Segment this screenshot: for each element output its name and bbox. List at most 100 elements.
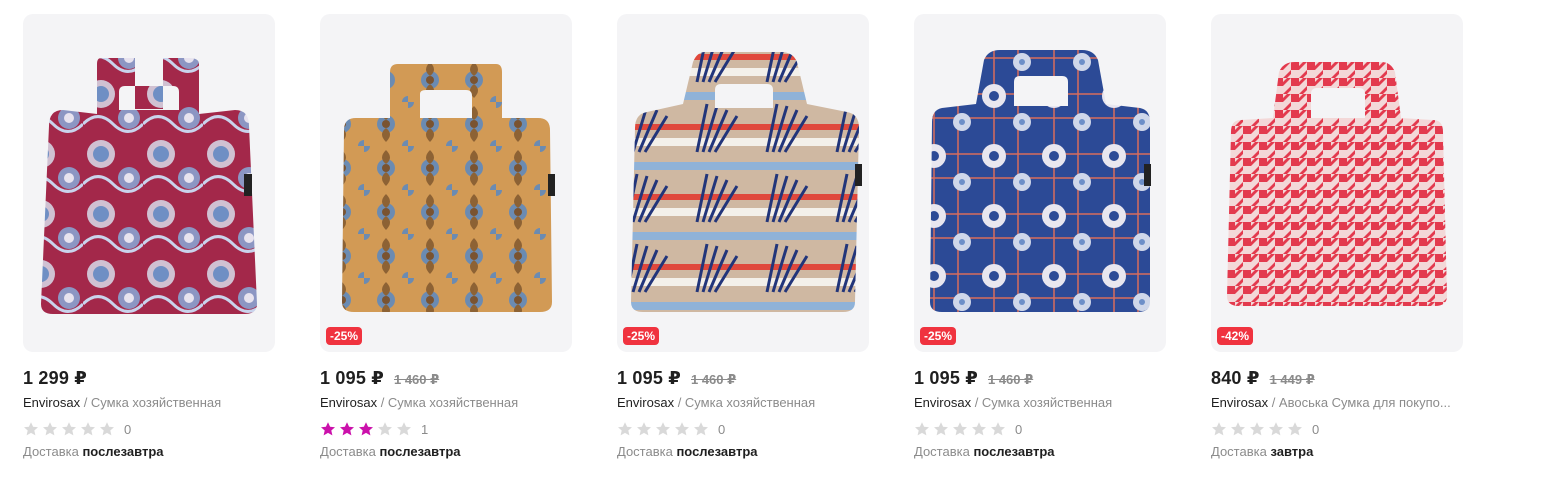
product-image[interactable]: -25% — [320, 14, 572, 352]
product-grid: 1 299 ₽ Envirosax / Сумка хозяйственная … — [23, 14, 1463, 459]
star-empty-icon — [377, 421, 393, 437]
star-empty-icon — [42, 421, 58, 437]
star-empty-icon — [99, 421, 115, 437]
product-image[interactable] — [23, 14, 275, 352]
bag-red-peacock-image — [41, 58, 257, 314]
star-empty-icon — [23, 421, 39, 437]
title-separator: / — [377, 395, 388, 410]
delivery-label: Доставка — [1211, 444, 1267, 459]
delivery-day: завтра — [1270, 444, 1314, 459]
star-empty-icon — [1249, 421, 1265, 437]
bag-orange-damask-image — [342, 64, 555, 312]
price: 1 299 ₽ — [23, 368, 87, 388]
delivery-label: Доставка — [914, 444, 970, 459]
title-separator: / — [971, 395, 982, 410]
old-price: 1 449 ₽ — [1269, 372, 1315, 387]
delivery-day: послезавтра — [676, 444, 758, 459]
product-card[interactable]: 1 299 ₽ Envirosax / Сумка хозяйственная … — [23, 14, 275, 459]
star-empty-icon — [636, 421, 652, 437]
product-image[interactable]: -25% — [914, 14, 1166, 352]
product-card[interactable]: -25% 1 095 ₽ 1 460 ₽ Envirosax / Сумка х… — [320, 14, 572, 459]
review-count: 1 — [421, 421, 429, 437]
delivery-label: Доставка — [320, 444, 376, 459]
delivery-label: Доставка — [23, 444, 79, 459]
price-row: 1 095 ₽ 1 460 ₽ — [617, 368, 869, 390]
star-empty-icon — [617, 421, 633, 437]
discount-badge: -25% — [623, 327, 660, 345]
brand-name: Envirosax — [1211, 395, 1269, 410]
product-name: Сумка хозяйственная — [90, 395, 222, 410]
star-empty-icon — [990, 421, 1006, 437]
star-empty-icon — [674, 421, 690, 437]
price-row: 840 ₽ 1 449 ₽ — [1211, 368, 1463, 390]
star-empty-icon — [693, 421, 709, 437]
star-empty-icon — [914, 421, 930, 437]
star-empty-icon — [952, 421, 968, 437]
delivery-info: Доставка завтра — [1211, 444, 1463, 459]
delivery-info: Доставка послезавтра — [23, 444, 275, 459]
review-count: 0 — [1015, 421, 1023, 437]
price-row: 1 095 ₽ 1 460 ₽ — [320, 368, 572, 390]
star-empty-icon — [1211, 421, 1227, 437]
rating: 0 — [914, 420, 1166, 438]
rating: 0 — [617, 420, 869, 438]
title-separator: / — [80, 395, 91, 410]
star-empty-icon — [933, 421, 949, 437]
brand-name: Envirosax — [320, 395, 378, 410]
brand-name: Envirosax — [914, 395, 972, 410]
product-card[interactable]: -25% 1 095 ₽ 1 460 ₽ Envirosax / Сумка х… — [914, 14, 1166, 459]
product-title[interactable]: Envirosax / Авоська Сумка для покупо... — [1211, 394, 1463, 412]
product-name: Авоська Сумка для покупо... — [1278, 395, 1451, 410]
old-price: 1 460 ₽ — [690, 372, 737, 387]
star-empty-icon — [61, 421, 77, 437]
product-name: Сумка хозяйственная — [387, 395, 519, 410]
product-card[interactable]: -25% 1 095 ₽ 1 460 ₽ Envirosax / Сумка х… — [617, 14, 869, 459]
price-row: 1 299 ₽ — [23, 368, 275, 390]
star-filled-icon — [358, 421, 374, 437]
delivery-info: Доставка послезавтра — [320, 444, 572, 459]
price-row: 1 095 ₽ 1 460 ₽ — [914, 368, 1166, 390]
bag-red-houndstooth-image — [1227, 62, 1447, 306]
review-count: 0 — [1312, 421, 1320, 437]
product-image[interactable]: -42% — [1211, 14, 1463, 352]
delivery-label: Доставка — [617, 444, 673, 459]
review-count: 0 — [718, 421, 726, 437]
product-title[interactable]: Envirosax / Сумка хозяйственная — [23, 394, 275, 412]
star-empty-icon — [80, 421, 96, 437]
star-empty-icon — [1268, 421, 1284, 437]
price: 1 095 ₽ — [617, 368, 681, 388]
product-card[interactable]: -42% 840 ₽ 1 449 ₽ Envirosax / Авоська С… — [1211, 14, 1463, 459]
product-image[interactable]: -25% — [617, 14, 869, 352]
discount-badge: -25% — [326, 327, 363, 345]
old-price: 1 460 ₽ — [987, 372, 1034, 387]
title-separator: / — [674, 395, 685, 410]
delivery-day: послезавтра — [379, 444, 461, 459]
product-title[interactable]: Envirosax / Сумка хозяйственная — [617, 394, 869, 412]
rating: 0 — [1211, 420, 1463, 438]
brand-name: Envirosax — [23, 395, 81, 410]
star-empty-icon — [971, 421, 987, 437]
delivery-day: послезавтра — [973, 444, 1055, 459]
discount-badge: -25% — [920, 327, 957, 345]
bag-shell-stripe-image — [631, 52, 862, 312]
product-name: Сумка хозяйственная — [684, 395, 816, 410]
star-empty-icon — [1287, 421, 1303, 437]
bag-blue-floral-image — [930, 50, 1151, 312]
delivery-info: Доставка послезавтра — [914, 444, 1166, 459]
price: 1 095 ₽ — [914, 368, 978, 388]
price: 1 095 ₽ — [320, 368, 384, 388]
delivery-info: Доставка послезавтра — [617, 444, 869, 459]
product-name: Сумка хозяйственная — [981, 395, 1113, 410]
rating: 1 — [320, 420, 572, 438]
star-empty-icon — [1230, 421, 1246, 437]
review-count: 0 — [124, 421, 132, 437]
old-price: 1 460 ₽ — [393, 372, 440, 387]
rating: 0 — [23, 420, 275, 438]
title-separator: / — [1268, 395, 1279, 410]
product-title[interactable]: Envirosax / Сумка хозяйственная — [320, 394, 572, 412]
star-empty-icon — [396, 421, 412, 437]
star-empty-icon — [655, 421, 671, 437]
delivery-day: послезавтра — [82, 444, 164, 459]
product-title[interactable]: Envirosax / Сумка хозяйственная — [914, 394, 1166, 412]
discount-badge: -42% — [1217, 327, 1254, 345]
